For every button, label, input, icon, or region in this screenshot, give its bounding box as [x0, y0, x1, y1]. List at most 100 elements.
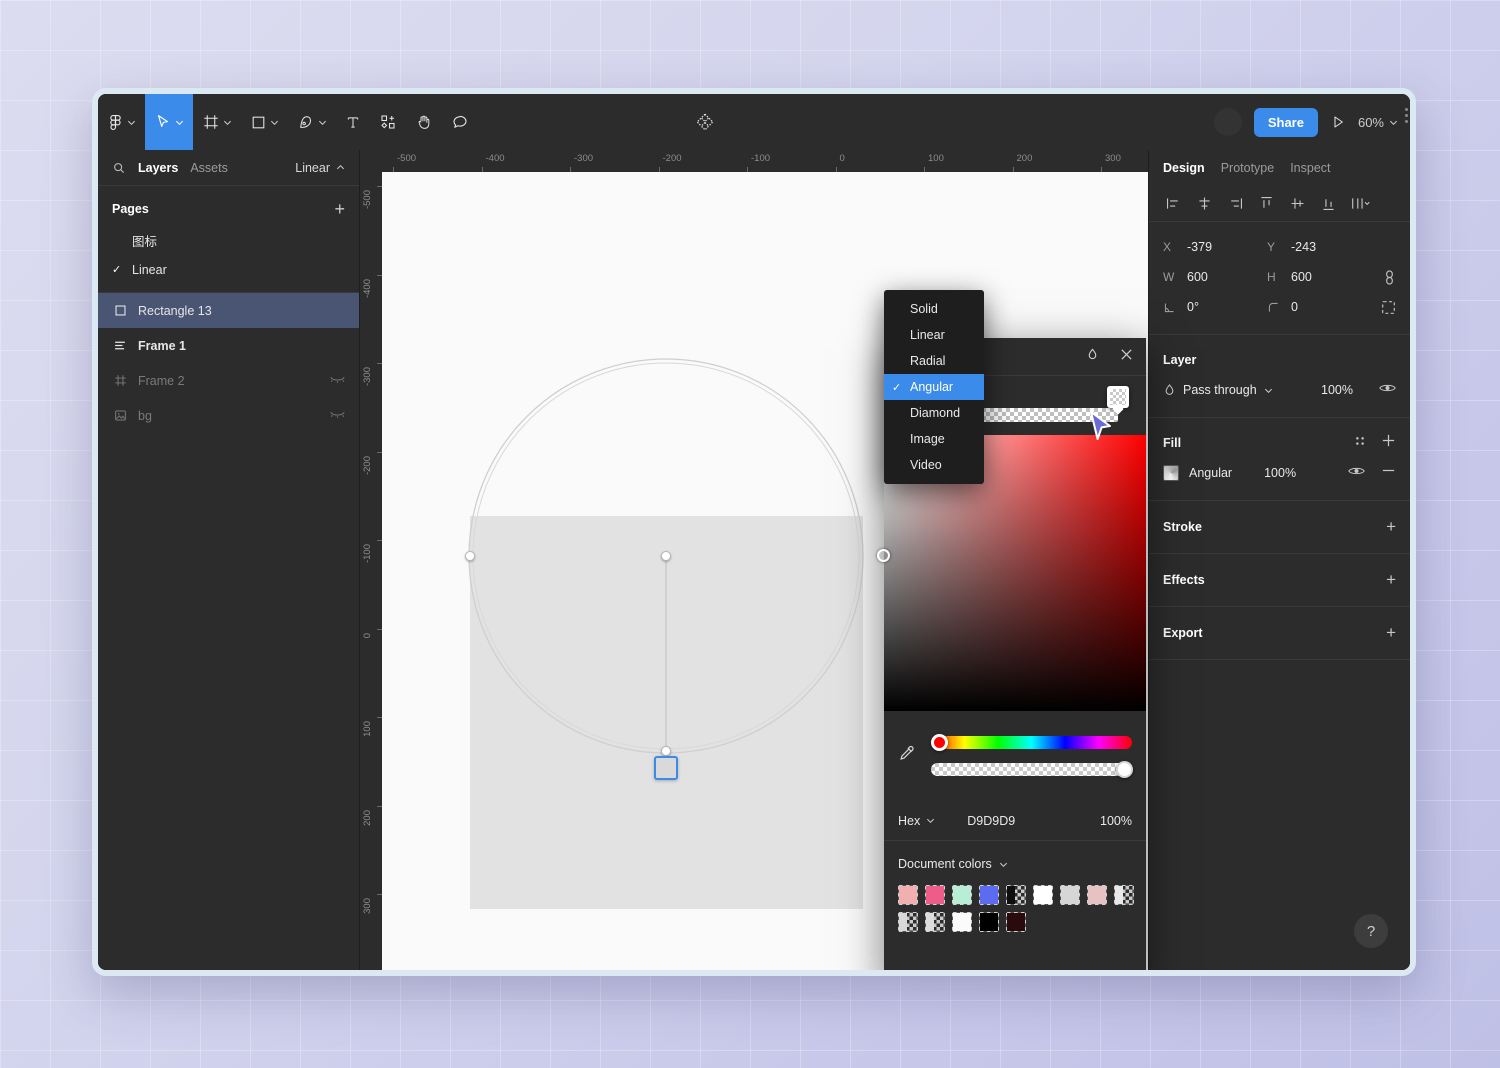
corner-radius-value[interactable]: 0 [1291, 300, 1298, 314]
zoom-level-selector[interactable]: 60% [1358, 115, 1398, 130]
hand-tool-button[interactable] [406, 94, 442, 150]
play-triangle-icon[interactable] [1330, 114, 1346, 130]
layer-visibility-button[interactable] [1379, 381, 1396, 399]
align-right-button[interactable] [1221, 191, 1249, 217]
layer-opacity-value[interactable]: 100% [1321, 383, 1353, 397]
blend-mode-selector[interactable]: Pass through [1163, 383, 1273, 397]
y-field[interactable]: Y -243 [1267, 240, 1371, 254]
color-swatch[interactable] [1060, 885, 1080, 905]
align-top-button[interactable] [1252, 191, 1280, 217]
gradient-stop-swatch[interactable] [654, 756, 678, 780]
gradient-type-option-radial[interactable]: Radial [884, 348, 984, 374]
gradient-type-option-angular[interactable]: ✓ Angular [884, 374, 984, 400]
width-field[interactable]: W 600 [1163, 270, 1267, 284]
vertical-ruler[interactable]: -500-400-300-200-1000100200300400500600 [360, 172, 382, 970]
tab-assets[interactable]: Assets [190, 161, 228, 175]
color-swatch[interactable] [1087, 885, 1107, 905]
gradient-stop-handle[interactable] [661, 746, 671, 756]
color-swatch[interactable] [898, 885, 918, 905]
help-button[interactable]: ? [1354, 914, 1388, 948]
layer-row-bg[interactable]: bg [98, 398, 359, 433]
eyedropper-button[interactable] [898, 744, 917, 768]
layer-row-rectangle-13[interactable]: Rectangle 13 [98, 293, 359, 328]
hue-slider-knob[interactable] [931, 734, 948, 751]
tab-layers[interactable]: Layers [138, 161, 178, 175]
pen-tool-button[interactable] [288, 94, 336, 150]
color-swatch[interactable] [979, 912, 999, 932]
hue-slider[interactable] [931, 734, 1132, 751]
horizontal-ruler[interactable]: -500-400-300-200-1000100200300400500600 [382, 150, 1148, 172]
align-left-button[interactable] [1159, 191, 1187, 217]
tab-design[interactable]: Design [1163, 161, 1205, 175]
fill-swatch-button[interactable] [1163, 465, 1179, 481]
rotation-value[interactable]: 0° [1187, 300, 1199, 314]
color-swatch[interactable] [1114, 885, 1134, 905]
gradient-type-option-diamond[interactable]: Diamond [884, 400, 984, 426]
hidden-eye-icon[interactable] [330, 374, 345, 388]
dotted-diamond-icon[interactable] [694, 111, 716, 133]
hidden-eye-icon[interactable] [330, 409, 345, 423]
rotation-field[interactable]: 0° [1163, 300, 1267, 314]
color-mode-selector[interactable]: Hex [898, 814, 935, 828]
resources-tool-button[interactable] [370, 94, 406, 150]
fill-opacity-value[interactable]: 100% [1264, 466, 1296, 480]
add-export-button[interactable]: + [1386, 623, 1396, 643]
constrain-proportions-button[interactable] [1383, 269, 1396, 286]
h-value[interactable]: 600 [1291, 270, 1312, 284]
share-button[interactable]: Share [1253, 107, 1318, 137]
move-tool-button[interactable] [145, 94, 193, 150]
search-icon[interactable] [112, 161, 126, 175]
remove-fill-button[interactable] [1381, 463, 1396, 483]
color-swatch[interactable] [952, 885, 972, 905]
align-bottom-button[interactable] [1314, 191, 1342, 217]
page-item-linear[interactable]: ✓ Linear [98, 255, 359, 284]
shape-tool-button[interactable] [241, 94, 288, 150]
fill-visibility-button[interactable] [1348, 464, 1365, 482]
add-stroke-button[interactable]: + [1386, 517, 1396, 537]
distribute-more-button[interactable] [1345, 191, 1373, 217]
add-effect-button[interactable]: + [1386, 570, 1396, 590]
color-swatch[interactable] [979, 885, 999, 905]
gradient-type-option-linear[interactable]: Linear [884, 322, 984, 348]
gradient-type-option-video[interactable]: Video [884, 452, 984, 478]
comment-tool-button[interactable] [442, 94, 478, 150]
color-swatch[interactable] [925, 885, 945, 905]
x-value[interactable]: -379 [1187, 240, 1212, 254]
color-swatch[interactable] [1033, 885, 1053, 905]
w-value[interactable]: 600 [1187, 270, 1208, 284]
add-fill-button[interactable] [1381, 433, 1396, 453]
color-swatch[interactable] [1006, 912, 1026, 932]
independent-corners-button[interactable] [1381, 300, 1396, 315]
gradient-stop-marker[interactable] [1107, 386, 1129, 408]
color-swatch[interactable] [1006, 885, 1026, 905]
height-field[interactable]: H 600 [1267, 270, 1371, 284]
sv-cursor-handle[interactable] [877, 549, 890, 562]
text-tool-button[interactable] [336, 94, 370, 150]
gradient-type-option-solid[interactable]: Solid [884, 296, 984, 322]
rotate-gradient-button[interactable] [1086, 347, 1099, 367]
corner-radius-field[interactable]: 0 [1267, 300, 1371, 314]
hex-value-input[interactable]: D9D9D9 [967, 814, 1015, 828]
frame-tool-button[interactable] [193, 94, 241, 150]
document-colors-toggle[interactable]: Document colors [898, 857, 1132, 871]
color-swatch[interactable] [952, 912, 972, 932]
gradient-type-option-image[interactable]: Image [884, 426, 984, 452]
color-swatch[interactable] [898, 912, 918, 932]
fill-type-label[interactable]: Angular [1189, 466, 1232, 480]
alpha-value-input[interactable]: 100% [1100, 814, 1132, 828]
figma-menu-button[interactable] [98, 94, 145, 150]
tab-inspect[interactable]: Inspect [1290, 161, 1330, 175]
alpha-slider[interactable] [931, 761, 1133, 778]
tab-prototype[interactable]: Prototype [1221, 161, 1275, 175]
alpha-slider-knob[interactable] [1116, 761, 1133, 778]
layer-row-frame-1[interactable]: Frame 1 [98, 328, 359, 363]
gradient-center-handle[interactable] [661, 551, 671, 561]
y-value[interactable]: -243 [1291, 240, 1316, 254]
fill-styles-button[interactable] [1353, 434, 1367, 453]
color-swatch[interactable] [925, 912, 945, 932]
add-page-button[interactable]: + [334, 200, 345, 218]
page-selector[interactable]: Linear [295, 161, 345, 175]
align-horizontal-center-button[interactable] [1190, 191, 1218, 217]
x-field[interactable]: X -379 [1163, 240, 1267, 254]
layer-row-frame-2[interactable]: Frame 2 [98, 363, 359, 398]
